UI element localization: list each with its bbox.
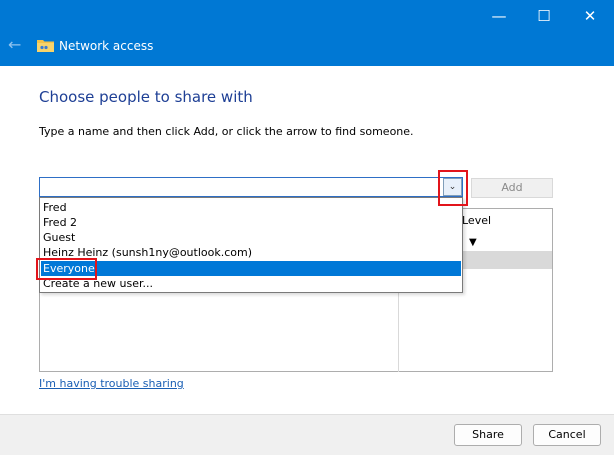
dropdown-item-create-new-user[interactable]: Create a new user...: [41, 276, 461, 291]
dropdown-item-guest[interactable]: Guest: [41, 230, 461, 245]
user-dropdown-list: Fred Fred 2 Guest Heinz Heinz (sunsh1ny@…: [39, 197, 463, 293]
dropdown-item-everyone[interactable]: Everyone: [41, 261, 461, 276]
title-bar: — ☐ ✕ ← Network access: [0, 0, 614, 66]
dropdown-item-heinz[interactable]: Heinz Heinz (sunsh1ny@outlook.com): [41, 245, 461, 260]
column-header-permission-level[interactable]: Level: [462, 214, 491, 227]
page-title: Choose people to share with: [39, 88, 253, 106]
shared-folder-icon: [37, 40, 54, 52]
instructions-text: Type a name and then click Add, or click…: [39, 125, 414, 138]
network-access-window: — ☐ ✕ ← Network access Choose people to …: [0, 0, 614, 455]
cancel-button[interactable]: Cancel: [533, 424, 601, 446]
add-button[interactable]: Add: [471, 178, 553, 198]
caret-down-icon[interactable]: ▼: [469, 237, 477, 248]
dropdown-item-fred-2[interactable]: Fred 2: [41, 215, 461, 230]
name-input[interactable]: [39, 177, 463, 197]
dropdown-item-fred[interactable]: Fred: [41, 200, 461, 215]
highlight-box-everyone: [36, 258, 97, 280]
minimize-button[interactable]: —: [476, 0, 522, 32]
highlight-box-dropdown-arrow: [438, 170, 468, 206]
window-title: Network access: [59, 39, 154, 53]
maximize-button[interactable]: ☐: [521, 0, 567, 32]
back-arrow-icon[interactable]: ←: [8, 36, 24, 54]
close-button[interactable]: ✕: [567, 0, 613, 32]
share-button[interactable]: Share: [454, 424, 522, 446]
trouble-sharing-link[interactable]: I'm having trouble sharing: [39, 377, 184, 390]
